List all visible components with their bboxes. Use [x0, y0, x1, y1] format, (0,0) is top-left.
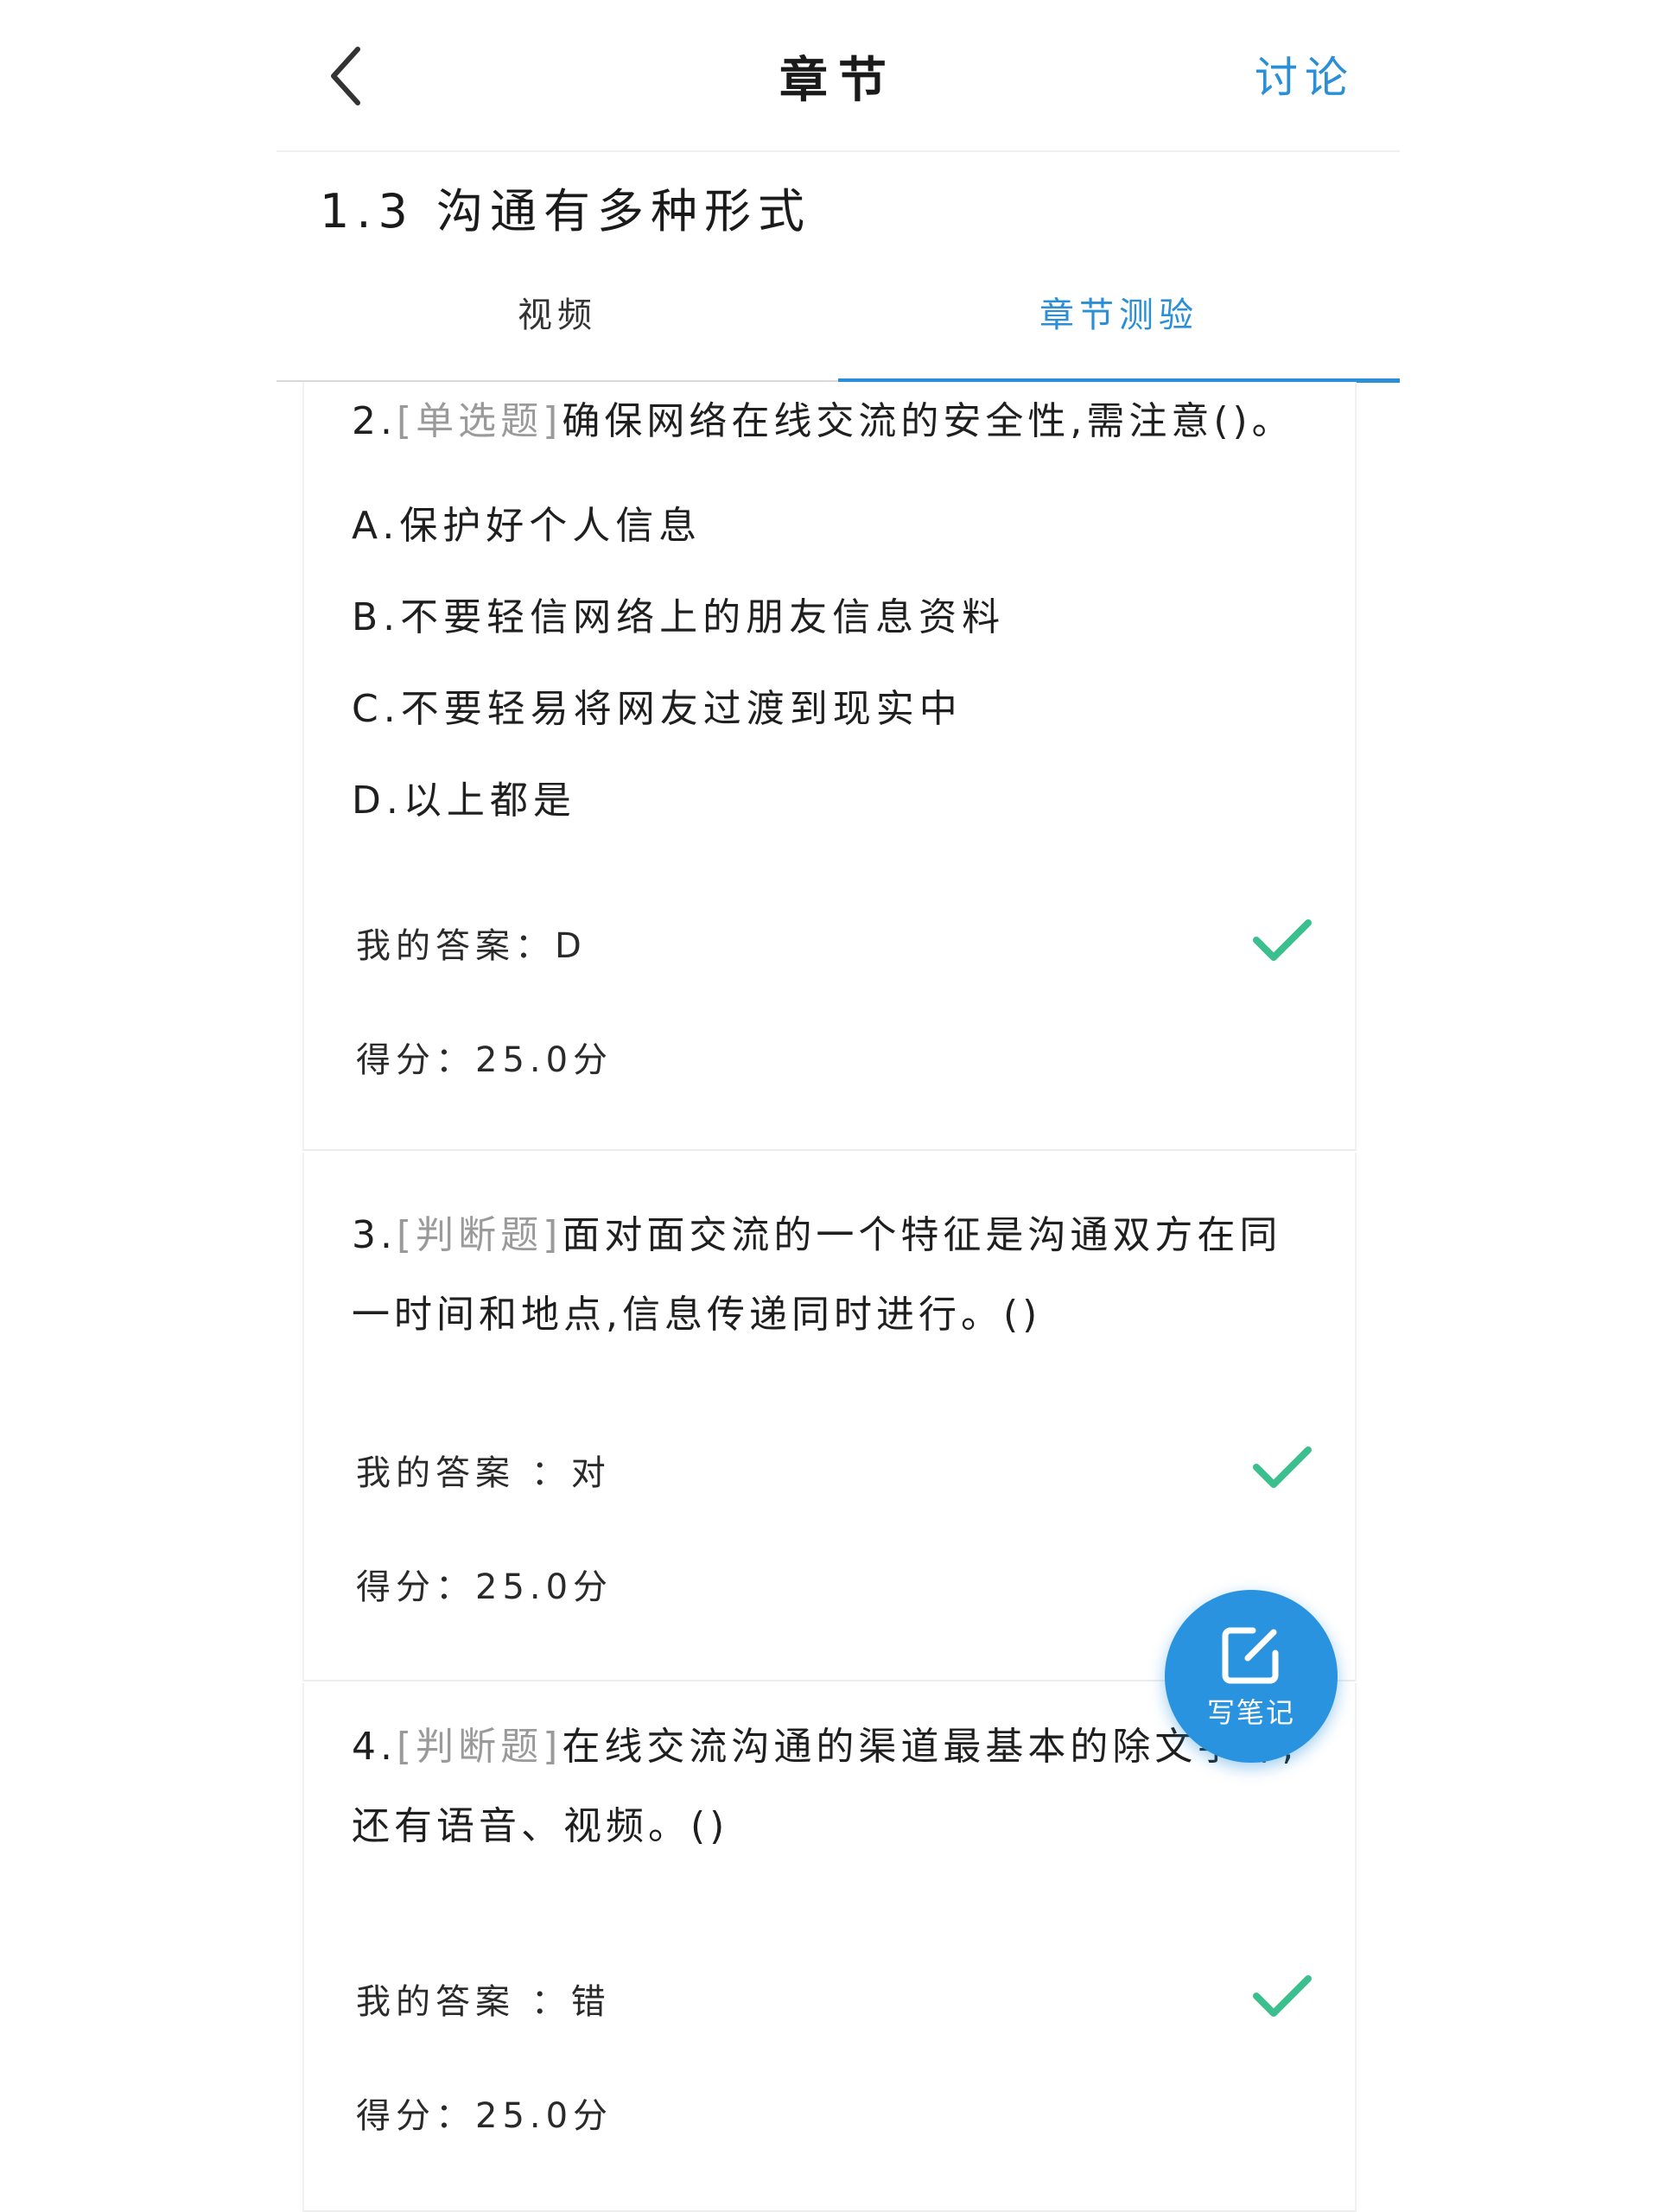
question-card: 2.[单选题]确保网络在线交流的安全性,需注意()。 A.保护好个人信息 B.不… [302, 382, 1357, 1151]
option-b: B.不要轻信网络上的朋友信息资料 [352, 595, 1006, 639]
check-icon [1253, 1975, 1312, 2017]
my-answer: 我的答案：D [356, 926, 587, 966]
score: 得分：25.0分 [356, 1567, 613, 1607]
page-title: 章节 [779, 53, 897, 109]
score: 得分：25.0分 [356, 2096, 613, 2136]
score: 得分：25.0分 [356, 1040, 613, 1080]
top-bar: 章节 讨论 [276, 0, 1400, 152]
edit-note-icon [1222, 1627, 1279, 1684]
option-d: D.以上都是 [352, 779, 576, 823]
my-answer: 我的答案 ：对 [356, 1453, 611, 1493]
section-title: 1.3 沟通有多种形式 [320, 184, 812, 238]
option-c: C.不要轻易将网友过渡到现实中 [352, 687, 963, 731]
question-card: 3.[判断题]面对面交流的一个特征是沟通双方在同一时间和地点,信息传递同时进行。… [302, 1153, 1357, 1681]
question-type: [单选题] [396, 399, 563, 443]
app-screen: 章节 讨论 1.3 沟通有多种形式 视频 章节测验 2.[单选题]确保网络在线交… [276, 0, 1400, 2212]
tab-bar: 视频 章节测验 [276, 268, 1400, 383]
question-number: 4. [352, 1725, 397, 1769]
write-note-button[interactable]: 写笔记 [1165, 1590, 1338, 1763]
my-answer: 我的答案 ：错 [356, 1982, 611, 2022]
option-a: A.保护好个人信息 [352, 504, 702, 548]
check-icon [1253, 1446, 1312, 1488]
question-text: 4.[判断题]在线交流沟通的渠道最基本的除文字外,还有语音、视频。() [352, 1707, 1303, 1866]
question-text: 2.[单选题]确保网络在线交流的安全性,需注意()。 [352, 382, 1303, 461]
write-note-label: 写笔记 [1206, 1696, 1295, 1729]
question-card: 4.[判断题]在线交流沟通的渠道最基本的除文字外,还有语音、视频。() 我的答案… [302, 1683, 1357, 2212]
question-type: [判断题] [396, 1213, 563, 1257]
discuss-button[interactable]: 讨论 [1255, 43, 1355, 105]
check-icon [1253, 919, 1312, 961]
tab-chapter-quiz[interactable]: 章节测验 [838, 268, 1400, 380]
question-type: [判断题] [396, 1725, 563, 1769]
question-stem: 确保网络在线交流的安全性,需注意()。 [562, 399, 1294, 443]
tab-video[interactable]: 视频 [276, 268, 838, 380]
question-text: 3.[判断题]面对面交流的一个特征是沟通双方在同一时间和地点,信息传递同时进行。… [352, 1196, 1303, 1355]
question-number: 3. [352, 1213, 397, 1257]
question-number: 2. [352, 399, 397, 443]
